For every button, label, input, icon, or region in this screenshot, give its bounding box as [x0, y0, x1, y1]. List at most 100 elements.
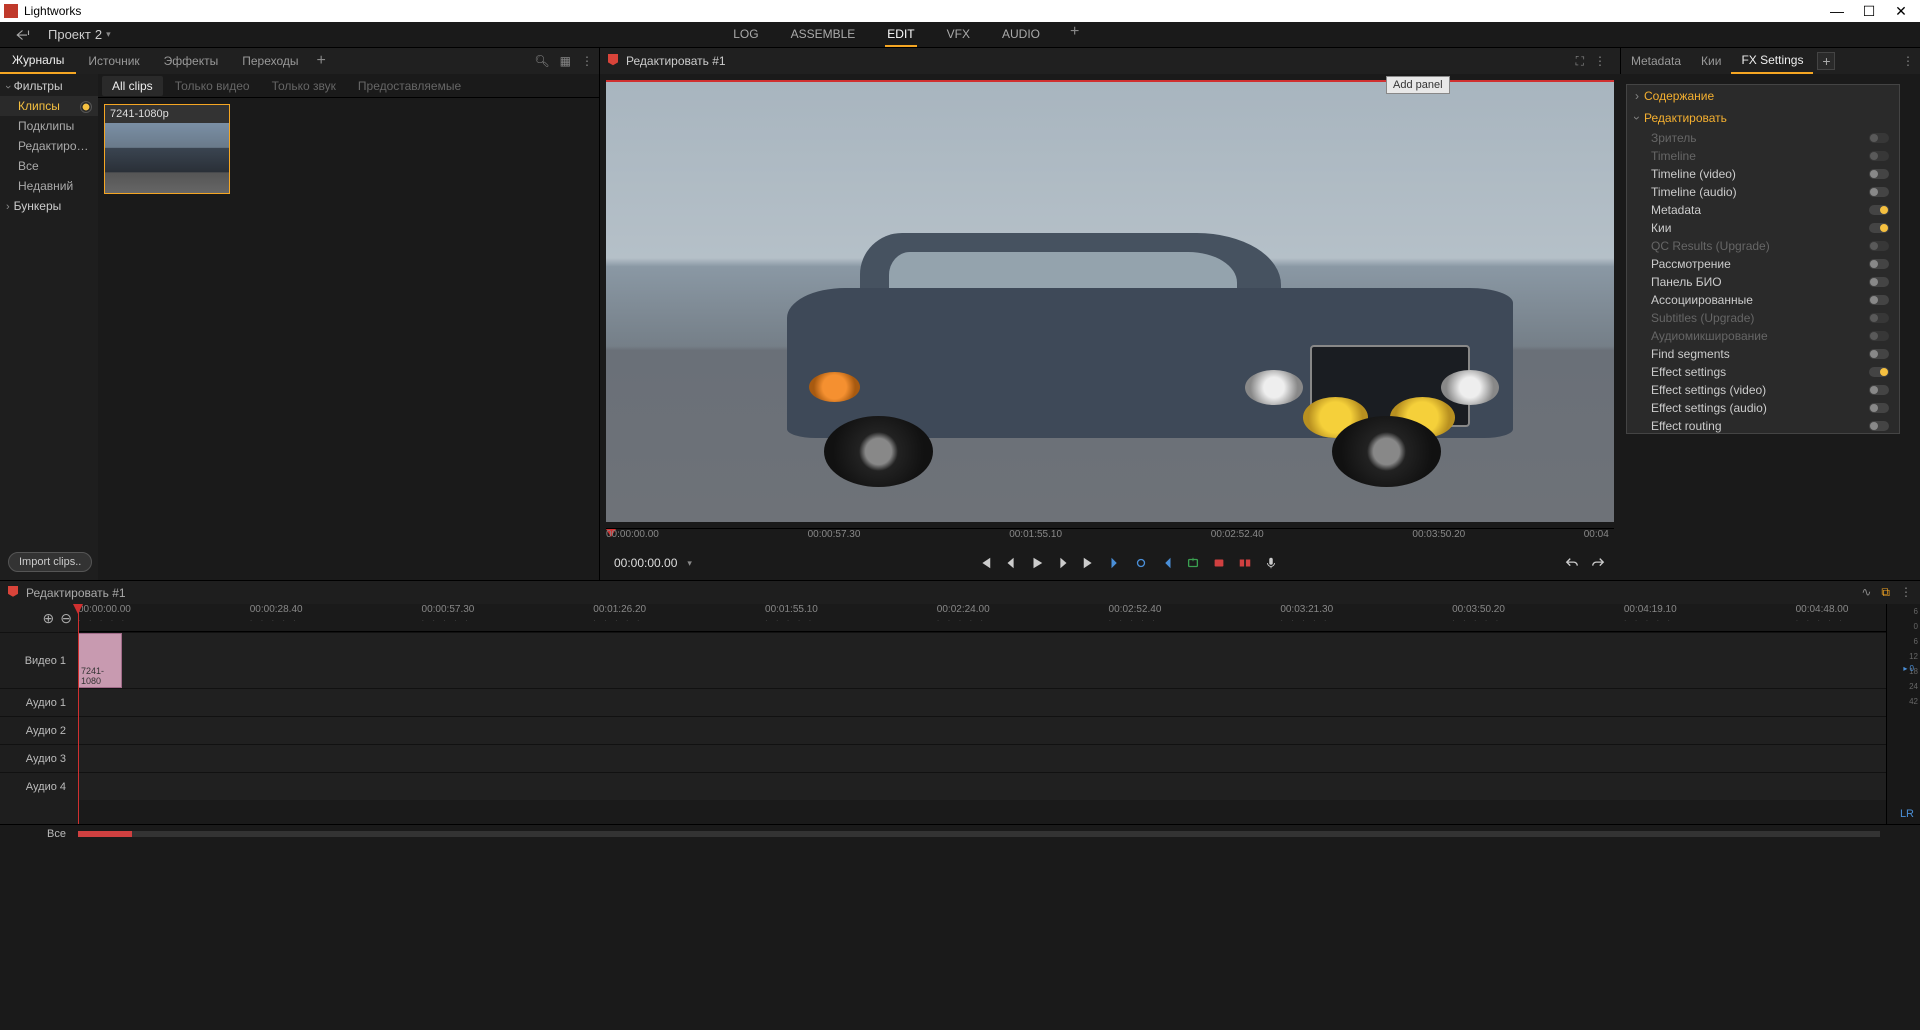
timeline-clip[interactable]: 7241-1080 — [78, 633, 122, 688]
tab-log[interactable]: LOG — [731, 23, 760, 47]
panel-option-row[interactable]: Effect settings — [1627, 363, 1899, 381]
sidebar-item-subclips[interactable]: Подклипы — [0, 116, 98, 136]
panel-option-toggle[interactable] — [1869, 205, 1889, 215]
subtab-transitions[interactable]: Переходы — [230, 48, 310, 74]
panel-option-toggle[interactable] — [1869, 223, 1889, 233]
sidebar-bunkers-section[interactable]: Бункеры — [0, 196, 98, 216]
tab-metadata[interactable]: Metadata — [1621, 48, 1691, 74]
insert-button[interactable] — [1185, 555, 1201, 571]
add-panel-button[interactable]: + — [1817, 52, 1835, 70]
timeline-body[interactable]: 00:00:00.00· · · · · · · · · ·00:00:28.4… — [78, 604, 1886, 824]
remove-button[interactable] — [1211, 555, 1227, 571]
window-maximize-button[interactable]: ☐ — [1862, 4, 1876, 18]
overview-bar[interactable] — [78, 831, 1880, 837]
panel-option-toggle[interactable] — [1869, 187, 1889, 197]
mic-button[interactable] — [1263, 555, 1279, 571]
overview-label[interactable]: Все — [0, 828, 78, 840]
fullscreen-icon[interactable]: ⛶ — [1576, 54, 1584, 69]
panel-option-row[interactable]: Effect settings (video) — [1627, 381, 1899, 399]
audio-track-4[interactable] — [78, 772, 1886, 800]
search-icon[interactable]: 🔍︎ — [534, 54, 549, 68]
tab-vfx[interactable]: VFX — [945, 23, 972, 47]
panel-option-toggle[interactable] — [1869, 349, 1889, 359]
sidebar-item-recent[interactable]: Недавний — [0, 176, 98, 196]
add-layout-button[interactable]: + — [1070, 23, 1079, 47]
step-forward-button[interactable] — [1055, 555, 1071, 571]
viewer-menu-icon[interactable]: ⋮ — [1594, 54, 1606, 69]
panel-option-row[interactable]: Ассоциированные — [1627, 291, 1899, 309]
panel-option-row[interactable]: Effect settings (audio) — [1627, 399, 1899, 417]
sidebar-item-clips[interactable]: Клипсы — [0, 96, 98, 116]
filter-provided[interactable]: Предоставляемые — [348, 76, 471, 96]
panel-option-toggle[interactable] — [1869, 403, 1889, 413]
mark-in-button[interactable] — [1107, 555, 1123, 571]
video-track-1[interactable]: 7241-1080 — [78, 632, 1886, 688]
panel-option-toggle[interactable] — [1869, 259, 1889, 269]
import-clips-button[interactable]: Import clips.. — [8, 552, 92, 572]
panel-option-row[interactable]: Timeline (audio) — [1627, 183, 1899, 201]
popover-section-edit[interactable]: Редактировать — [1627, 107, 1899, 129]
panel-option-toggle[interactable] — [1869, 385, 1889, 395]
redo-button[interactable] — [1590, 555, 1606, 571]
tab-cues[interactable]: Кии — [1691, 48, 1731, 74]
step-back-button[interactable] — [1003, 555, 1019, 571]
sidebar-item-all[interactable]: Все — [0, 156, 98, 176]
track-label-audio2[interactable]: Аудио 2 — [0, 716, 78, 744]
snap-icon[interactable]: ⧉ — [1881, 585, 1890, 600]
mark-clear-button[interactable] — [1133, 555, 1149, 571]
waveform-icon[interactable]: ∿ — [1861, 585, 1871, 600]
timeline-ruler[interactable]: 00:00:00.00· · · · · · · · · ·00:00:28.4… — [78, 604, 1886, 632]
panel-option-row[interactable]: Рассмотрение — [1627, 255, 1899, 273]
timecode-dropdown-icon[interactable]: ▾ — [687, 558, 692, 569]
panel-option-row[interactable]: Timeline (video) — [1627, 165, 1899, 183]
go-end-button[interactable] — [1081, 555, 1097, 571]
delete-button[interactable] — [1237, 555, 1253, 571]
audio-track-2[interactable] — [78, 716, 1886, 744]
back-button[interactable] — [0, 28, 48, 42]
viewer-scrub-bar[interactable]: 00:00:00.00 00:00:57.30 00:01:55.10 00:0… — [606, 528, 1614, 546]
filter-video-only[interactable]: Только видео — [165, 76, 260, 96]
video-viewer[interactable] — [606, 80, 1614, 522]
add-subtab-button[interactable]: + — [317, 52, 326, 70]
timeline-playhead[interactable] — [78, 604, 79, 824]
track-label-audio1[interactable]: Аудио 1 — [0, 688, 78, 716]
subtab-effects[interactable]: Эффекты — [152, 48, 231, 74]
sidebar-item-edits[interactable]: Редактирова.. — [0, 136, 98, 156]
zoom-in-button[interactable]: ⊕ — [43, 610, 55, 627]
timeline-menu-icon[interactable]: ⋮ — [1900, 585, 1912, 600]
audio-track-3[interactable] — [78, 744, 1886, 772]
subtab-source[interactable]: Источник — [76, 48, 151, 74]
panel-option-row[interactable]: Effect routing — [1627, 417, 1899, 434]
filter-all-clips[interactable]: All clips — [102, 76, 163, 96]
track-label-video1[interactable]: Видео 1 — [0, 632, 78, 688]
tab-edit[interactable]: EDIT — [885, 23, 916, 47]
sidebar-filters-section[interactable]: Фильтры — [0, 76, 98, 96]
panel-option-row[interactable]: Панель БИО — [1627, 273, 1899, 291]
track-label-audio3[interactable]: Аудио 3 — [0, 744, 78, 772]
mark-out-button[interactable] — [1159, 555, 1175, 571]
tab-fx-settings[interactable]: FX Settings — [1731, 48, 1813, 74]
panel-option-toggle[interactable] — [1869, 367, 1889, 377]
panel-menu-icon[interactable]: ⋮ — [581, 54, 593, 68]
tab-assemble[interactable]: ASSEMBLE — [789, 23, 858, 47]
timecode-display[interactable]: 00:00:00.00 — [614, 556, 677, 570]
go-start-button[interactable] — [977, 555, 993, 571]
project-selector[interactable]: Проект 2 ▾ — [48, 27, 111, 42]
panel-option-toggle[interactable] — [1869, 277, 1889, 287]
panel-option-row[interactable]: Кии — [1627, 219, 1899, 237]
window-close-button[interactable]: ✕ — [1894, 4, 1908, 18]
audio-track-1[interactable] — [78, 688, 1886, 716]
right-panel-menu-icon[interactable]: ⋮ — [1902, 54, 1914, 68]
track-label-audio4[interactable]: Аудио 4 — [0, 772, 78, 800]
grid-view-icon[interactable]: ▦ — [560, 54, 571, 68]
undo-button[interactable] — [1564, 555, 1580, 571]
panel-option-row[interactable]: Find segments — [1627, 345, 1899, 363]
window-minimize-button[interactable]: — — [1830, 4, 1844, 18]
panel-option-toggle[interactable] — [1869, 295, 1889, 305]
filter-audio-only[interactable]: Только звук — [262, 76, 346, 96]
subtab-journals[interactable]: Журналы — [0, 48, 76, 74]
panel-option-row[interactable]: Metadata — [1627, 201, 1899, 219]
popover-section-content[interactable]: Содержание — [1627, 85, 1899, 107]
clip-thumbnail[interactable]: 7241-1080p — [104, 104, 230, 194]
panel-option-toggle[interactable] — [1869, 421, 1889, 431]
